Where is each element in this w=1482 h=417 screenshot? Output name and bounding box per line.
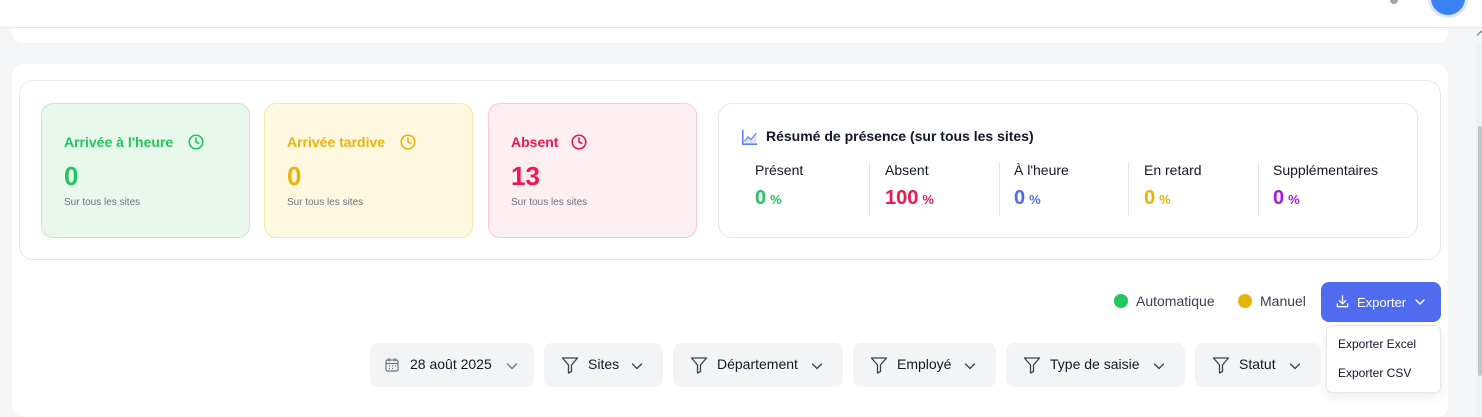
stat-label: Absent [885, 162, 929, 178]
user-avatar[interactable] [1428, 0, 1468, 18]
employee-filter-label: Employé [897, 356, 952, 372]
automatic-legend-dot [1114, 294, 1128, 308]
stat-unit: % [1159, 192, 1171, 207]
chevron-down-icon [811, 363, 823, 370]
filter-icon [690, 357, 708, 374]
stat-value: 0 [1014, 187, 1026, 209]
clock-icon [400, 134, 416, 150]
filter-icon [1212, 357, 1230, 374]
card-late-arrival: Arrivée tardive 0 Sur tous les sites [264, 103, 473, 238]
stat-label: Présent [755, 162, 804, 178]
department-filter-label: Département [717, 356, 798, 372]
stat-label: Supplémentaires [1273, 162, 1379, 178]
chevron-down-icon [964, 363, 976, 370]
stat-late: En retard 0% [1144, 162, 1202, 216]
employee-filter[interactable]: Employé [853, 343, 996, 387]
card-subtitle: Sur tous les sites [287, 197, 364, 208]
header-panel [12, 28, 1448, 43]
card-value: 13 [511, 161, 540, 191]
stat-unit: % [1288, 192, 1300, 207]
card-subtitle: Sur tous les sites [511, 197, 588, 208]
stat-overtime: Supplémentaires 0% [1273, 162, 1378, 216]
filter-icon [1023, 357, 1041, 374]
card-value: 0 [64, 161, 79, 191]
chevron-down-icon [1415, 299, 1425, 305]
stat-value: 0 [1273, 187, 1285, 209]
stat-divider [999, 162, 1000, 216]
clock-icon [571, 134, 587, 150]
stat-unit: % [770, 192, 782, 207]
status-filter[interactable]: Statut [1195, 343, 1321, 387]
clock-icon [188, 134, 204, 150]
export-excel-option[interactable]: Exporter Excel [1338, 337, 1416, 351]
scroll-up-arrow[interactable] [1476, 30, 1482, 40]
export-button[interactable]: Exporter [1321, 282, 1441, 322]
entry-type-filter-label: Type de saisie [1050, 356, 1140, 372]
card-subtitle: Sur tous les sites [64, 197, 141, 208]
stat-label: En retard [1144, 162, 1202, 178]
filter-icon [561, 357, 579, 374]
stat-present: Présent 0% [755, 162, 803, 216]
calendar-icon [385, 357, 399, 372]
stat-unit: % [1029, 192, 1041, 207]
sites-filter[interactable]: Sites [544, 343, 663, 387]
stat-divider [1128, 162, 1129, 216]
stat-value: 0 [1144, 187, 1156, 209]
card-on-time-arrival: Arrivée à l'heure 0 Sur tous les sites [41, 103, 250, 238]
manual-legend-label: Manuel [1260, 293, 1306, 309]
card-title: Absent [511, 134, 559, 150]
sites-filter-label: Sites [588, 356, 620, 372]
stat-unit: % [922, 192, 934, 207]
stat-absent: Absent 100% [885, 162, 934, 216]
chevron-down-icon [1289, 363, 1301, 370]
attendance-summary: Résumé de présence (sur tous les sites) … [718, 103, 1418, 238]
export-csv-option[interactable]: Exporter CSV [1338, 366, 1411, 380]
card-value: 0 [287, 161, 302, 191]
manual-legend-dot [1238, 294, 1252, 308]
stat-label: À l'heure [1014, 162, 1069, 178]
download-icon [1336, 295, 1349, 308]
export-dropdown-menu: Exporter Excel Exporter CSV [1326, 325, 1441, 393]
notification-icon[interactable] [1390, 0, 1398, 4]
chevron-down-icon [631, 363, 643, 370]
automatic-legend-label: Automatique [1136, 293, 1215, 309]
stat-on-time: À l'heure 0% [1014, 162, 1069, 216]
line-chart-icon [742, 129, 758, 145]
stat-value: 100 [885, 187, 919, 209]
date-filter-label: 28 août 2025 [410, 356, 492, 372]
card-title: Arrivée à l'heure [64, 134, 174, 150]
chevron-down-icon [506, 363, 518, 370]
chevron-down-icon [1153, 363, 1165, 370]
scrollbar-thumb[interactable] [1478, 126, 1482, 376]
card-title: Arrivée tardive [287, 134, 386, 150]
card-absent: Absent 13 Sur tous les sites [488, 103, 697, 238]
stat-value: 0 [755, 187, 767, 209]
stat-divider [869, 162, 870, 216]
status-filter-label: Statut [1239, 356, 1276, 372]
stat-divider [1258, 162, 1259, 216]
department-filter[interactable]: Département [673, 343, 843, 387]
filter-icon [870, 357, 888, 374]
entry-type-filter[interactable]: Type de saisie [1006, 343, 1185, 387]
summary-title: Résumé de présence (sur tous les sites) [766, 128, 1034, 144]
export-button-label: Exporter [1357, 295, 1407, 310]
date-filter[interactable]: 28 août 2025 [370, 343, 534, 387]
top-navigation-bar [0, 0, 1482, 28]
